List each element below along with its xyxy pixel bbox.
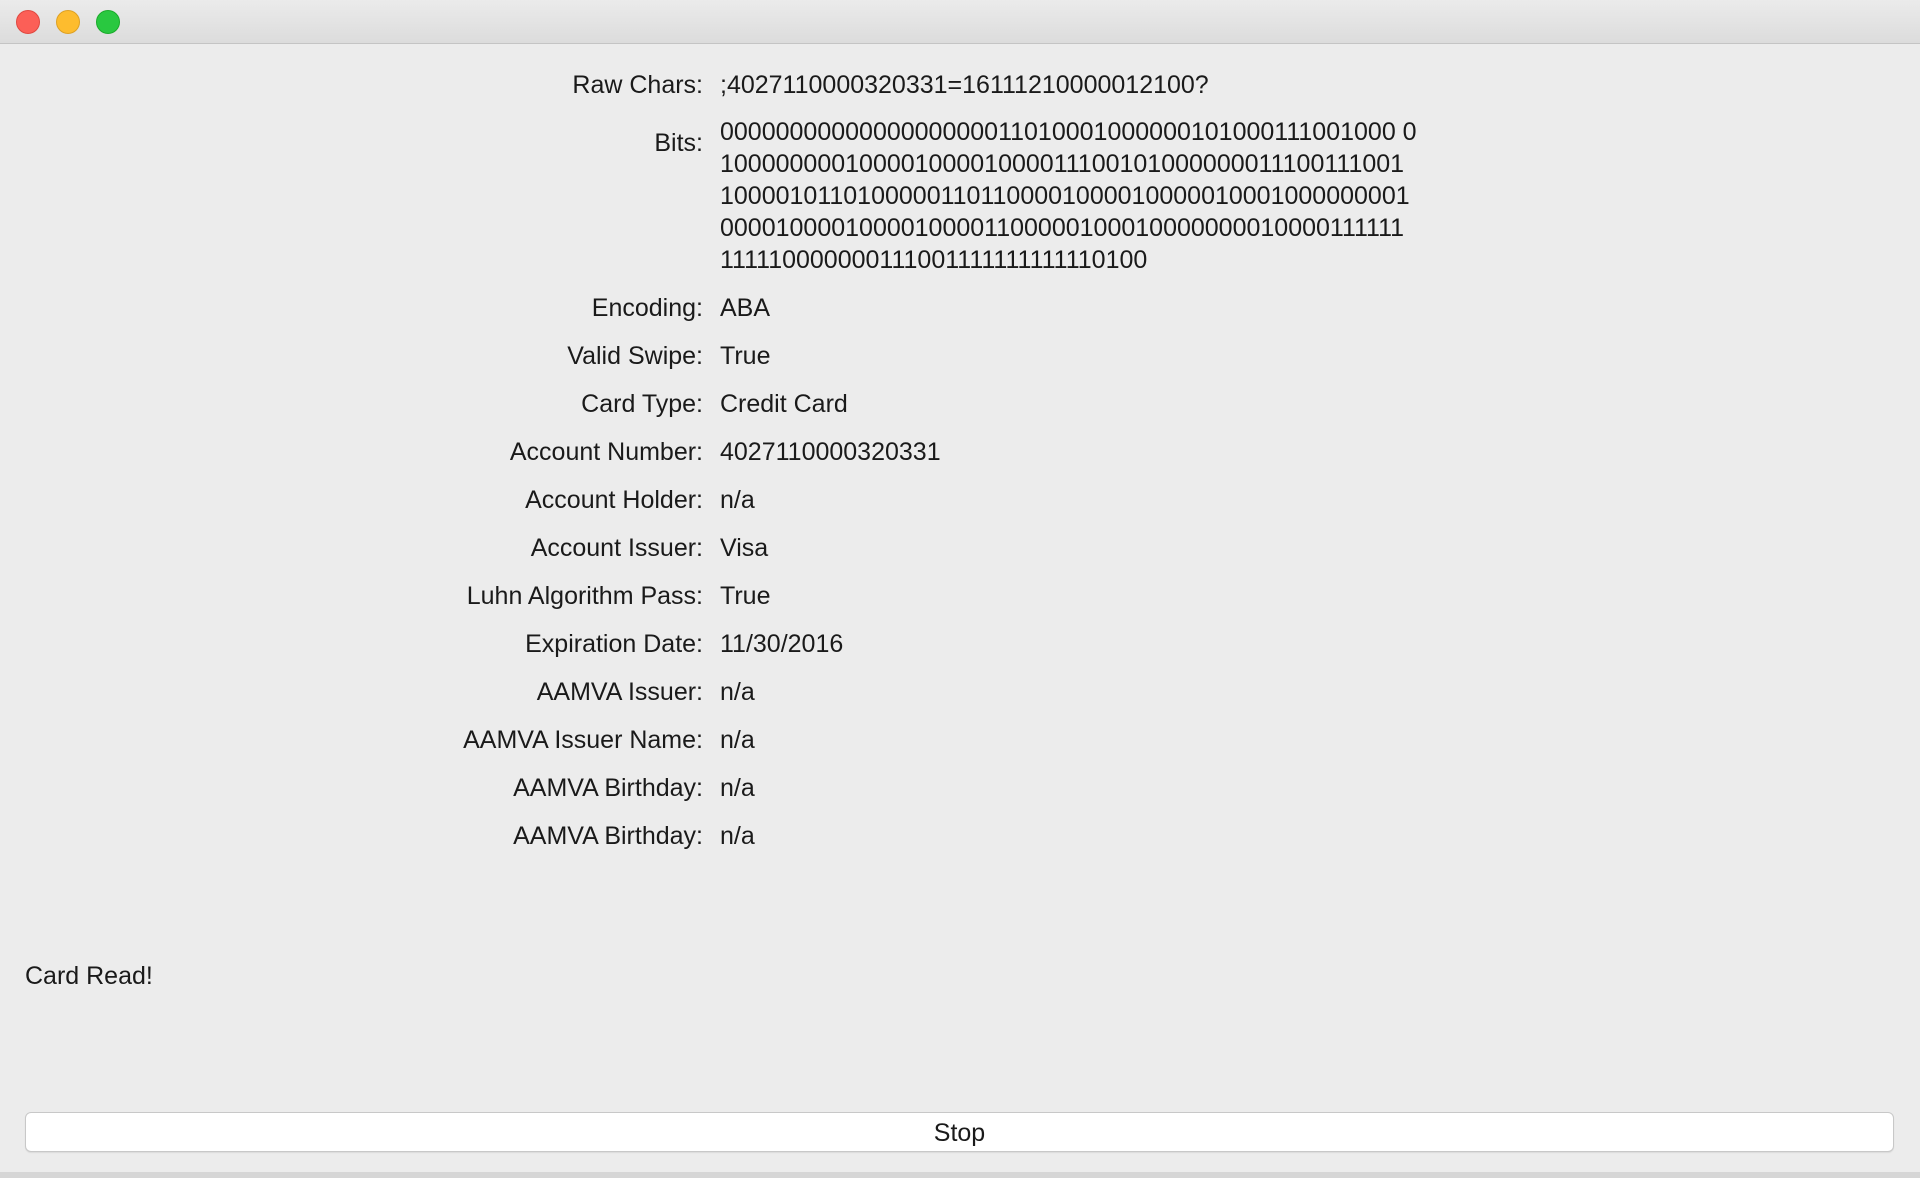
- valid-swipe-value: True: [720, 342, 771, 370]
- account-issuer-value: Visa: [720, 534, 769, 562]
- title-bar[interactable]: [0, 0, 1920, 44]
- account-holder-label: Account Holder:: [525, 486, 703, 514]
- card-type-value: Credit Card: [720, 390, 848, 418]
- expiration-date-value: 11/30/2016: [720, 630, 844, 658]
- stop-button[interactable]: Stop: [25, 1112, 1894, 1152]
- bits-line: 111110000000111001111111111110100: [720, 246, 1148, 274]
- account-issuer-label: Account Issuer:: [530, 534, 703, 562]
- account-number-label: Account Number:: [509, 438, 703, 466]
- aamva-birthday-label: AAMVA Birthday:: [513, 774, 703, 802]
- card-type-label: Card Type:: [581, 390, 703, 418]
- expiration-date-label: Expiration Date:: [525, 630, 703, 658]
- luhn-pass-value: True: [720, 582, 771, 610]
- zoom-window-button[interactable]: [96, 10, 120, 34]
- bits-line: 0000000000000000000011010001000000101000…: [720, 118, 1417, 146]
- bits-line: 1000010110100000110110000100001000001000…: [720, 182, 1410, 210]
- aamva-birthday-value: n/a: [720, 774, 755, 802]
- bits-label: Bits:: [654, 129, 703, 157]
- bits-value: 0000000000000000000011010001000000101000…: [720, 116, 1520, 276]
- status-message: Card Read!: [25, 962, 153, 990]
- account-number-value: 4027110000320331: [720, 438, 941, 466]
- aamva-issuer-name-label: AAMVA Issuer Name:: [463, 726, 703, 754]
- aamva-birthday-label-2: AAMVA Birthday:: [513, 822, 703, 850]
- card-reader-window: Raw Chars: ;4027110000320331=16111210000…: [0, 0, 1920, 1178]
- encoding-label: Encoding:: [591, 294, 703, 322]
- aamva-issuer-value: n/a: [720, 678, 755, 706]
- aamva-issuer-name-value: n/a: [720, 726, 755, 754]
- raw-chars-label: Raw Chars:: [572, 71, 703, 99]
- bits-line: 1000000001000010000100001110010100000001…: [720, 150, 1405, 178]
- minimize-window-button[interactable]: [56, 10, 80, 34]
- aamva-issuer-label: AAMVA Issuer:: [536, 678, 703, 706]
- aamva-birthday-value-2: n/a: [720, 822, 755, 850]
- window-bottom-edge: [0, 1172, 1920, 1178]
- luhn-pass-label: Luhn Algorithm Pass:: [466, 582, 703, 610]
- valid-swipe-label: Valid Swipe:: [567, 342, 703, 370]
- close-window-button[interactable]: [16, 10, 40, 34]
- bits-line: 0000100001000010000110000010001000000001…: [720, 214, 1405, 242]
- account-holder-value: n/a: [720, 486, 755, 514]
- raw-chars-value: ;4027110000320331=16111210000012100?: [720, 71, 1209, 99]
- encoding-value: ABA: [720, 294, 771, 322]
